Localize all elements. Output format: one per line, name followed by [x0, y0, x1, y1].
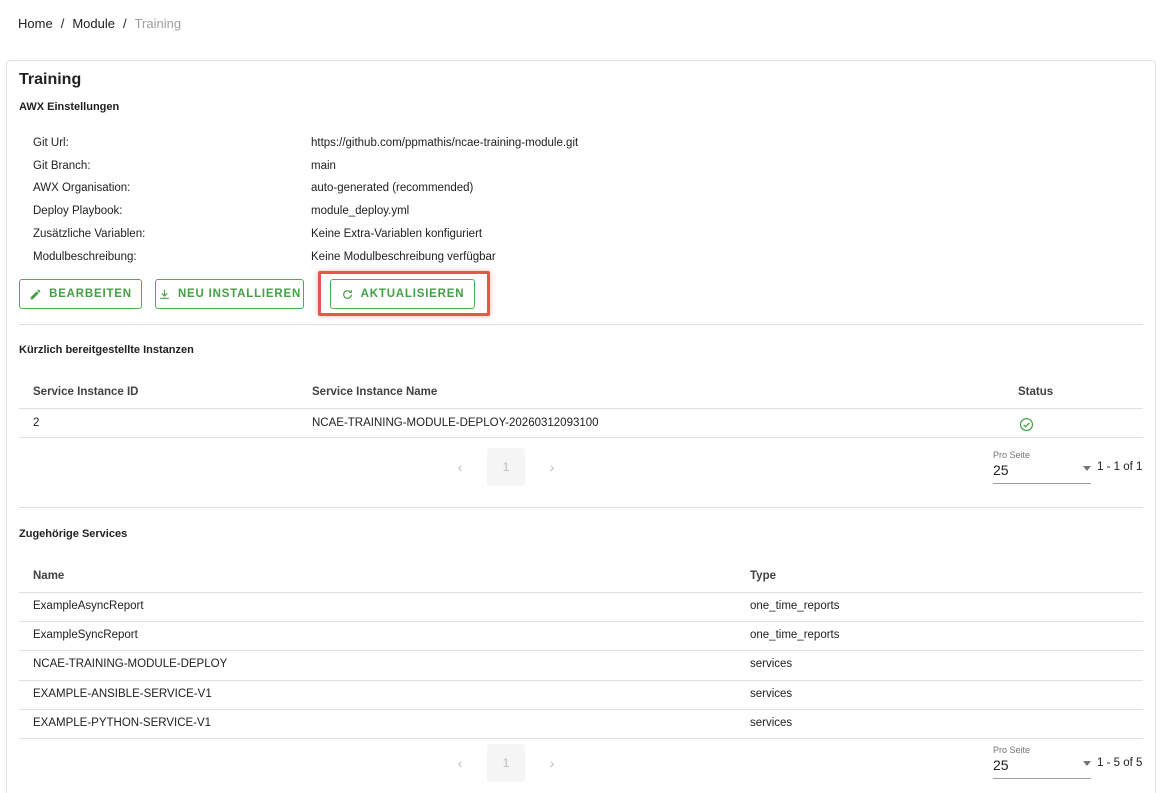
awx-settings-heading: AWX Einstellungen	[19, 101, 120, 113]
refresh-icon	[342, 289, 352, 299]
instances-heading: Kürzlich bereitgestellte Instanzen	[19, 344, 194, 356]
divider	[19, 507, 1143, 508]
setting-label: Modulbeschreibung:	[33, 251, 137, 263]
setting-value: auto-generated (recommended)	[311, 182, 474, 194]
service-type-cell: services	[750, 717, 793, 729]
table-row-divider	[19, 709, 1143, 710]
setting-git-branch: Git Branch: main	[33, 160, 933, 178]
page-button[interactable]: 1	[487, 744, 525, 782]
breadcrumb-separator: /	[122, 16, 127, 31]
table-row-divider	[19, 437, 1143, 438]
select-underline	[993, 483, 1091, 484]
edit-button-label: BEARBEITEN	[49, 288, 132, 300]
setting-value: Keine Extra-Variablen konfiguriert	[311, 228, 483, 240]
setting-value: main	[311, 160, 336, 172]
column-header-service-name[interactable]: Name	[33, 570, 64, 582]
chevron-right-icon[interactable]: ›	[537, 459, 567, 475]
caret-down-icon	[1083, 761, 1091, 766]
instances-pagination: ‹ 1 ›	[445, 448, 567, 486]
setting-label: AWX Organisation:	[33, 182, 131, 194]
breadcrumb: Home / Module / Training	[18, 16, 181, 31]
pencil-icon	[30, 289, 41, 299]
service-name-cell: EXAMPLE-PYTHON-SERVICE-V1	[33, 717, 212, 729]
service-type-cell: services	[750, 658, 793, 670]
status-success-icon	[1019, 417, 1034, 432]
column-header-status[interactable]: Status	[1018, 386, 1053, 398]
update-button-label: AKTUALISIEREN	[360, 288, 465, 300]
setting-label: Git Url:	[33, 137, 69, 149]
table-row-divider	[19, 621, 1143, 622]
reinstall-button[interactable]: NEU INSTALLIEREN	[155, 279, 304, 309]
service-name-cell: NCAE-TRAINING-MODULE-DEPLOY	[33, 658, 228, 670]
services-per-page-select[interactable]: Pro Seite 25	[993, 745, 1091, 779]
divider	[19, 324, 1143, 325]
column-header-instance-id[interactable]: Service Instance ID	[33, 386, 138, 398]
column-header-instance-name[interactable]: Service Instance Name	[312, 386, 437, 398]
service-name-cell: ExampleSyncReport	[33, 629, 138, 641]
chevron-left-icon[interactable]: ‹	[445, 755, 475, 771]
service-name-cell: EXAMPLE-ANSIBLE-SERVICE-V1	[33, 688, 212, 700]
edit-button[interactable]: BEARBEITEN	[19, 279, 142, 309]
services-heading: Zugehörige Services	[19, 528, 128, 540]
table-header-divider	[19, 592, 1143, 593]
services-range: 1 - 5 of 5	[1097, 757, 1143, 769]
setting-value: Keine Modulbeschreibung verfügbar	[311, 251, 496, 263]
service-name-cell: ExampleAsyncReport	[33, 600, 144, 612]
breadcrumb-home[interactable]: Home	[18, 16, 53, 31]
table-row-divider	[19, 680, 1143, 681]
breadcrumb-module[interactable]: Module	[72, 16, 115, 31]
setting-git-url: Git Url: https://github.com/ppmathis/nca…	[33, 137, 933, 155]
chevron-left-icon[interactable]: ‹	[445, 459, 475, 475]
breadcrumb-current: Training	[134, 16, 182, 31]
setting-label: Git Branch:	[33, 160, 91, 172]
reinstall-button-label: NEU INSTALLIEREN	[177, 288, 302, 300]
instance-id-cell: 2	[33, 417, 40, 429]
instances-per-page-select[interactable]: Pro Seite 25	[993, 450, 1091, 484]
training-card: Training AWX Einstellungen Git Url: http…	[6, 60, 1156, 793]
per-page-value: 25	[993, 462, 1009, 478]
page-title: Training	[19, 71, 82, 88]
setting-module-description: Modulbeschreibung: Keine Modulbeschreibu…	[33, 251, 933, 269]
per-page-label: Pro Seite	[993, 745, 1031, 755]
setting-value: module_deploy.yml	[311, 205, 410, 217]
table-row-divider	[19, 738, 1143, 739]
table-row-divider	[19, 650, 1143, 651]
services-pagination: ‹ 1 ›	[445, 744, 567, 782]
breadcrumb-separator: /	[60, 16, 65, 31]
setting-awx-organisation: AWX Organisation: auto-generated (recomm…	[33, 182, 933, 200]
setting-extra-variables: Zusätzliche Variablen: Keine Extra-Varia…	[33, 228, 933, 246]
table-header-divider	[19, 408, 1143, 409]
per-page-label: Pro Seite	[993, 450, 1031, 460]
service-type-cell: one_time_reports	[750, 600, 840, 612]
instance-name-cell: NCAE-TRAINING-MODULE-DEPLOY-202603120931…	[312, 417, 599, 429]
select-underline	[993, 778, 1091, 779]
setting-label: Zusätzliche Variablen:	[33, 228, 146, 240]
update-button[interactable]: AKTUALISIEREN	[330, 279, 475, 309]
column-header-service-type[interactable]: Type	[750, 570, 776, 582]
instances-range: 1 - 1 of 1	[1097, 461, 1143, 473]
per-page-value: 25	[993, 757, 1009, 773]
page-button[interactable]: 1	[487, 448, 525, 486]
download-icon	[160, 289, 169, 299]
service-type-cell: services	[750, 688, 793, 700]
service-type-cell: one_time_reports	[750, 629, 840, 641]
setting-value: https://github.com/ppmathis/ncae-trainin…	[311, 137, 579, 149]
caret-down-icon	[1083, 466, 1091, 471]
setting-label: Deploy Playbook:	[33, 205, 123, 217]
chevron-right-icon[interactable]: ›	[537, 755, 567, 771]
setting-deploy-playbook: Deploy Playbook: module_deploy.yml	[33, 205, 933, 223]
